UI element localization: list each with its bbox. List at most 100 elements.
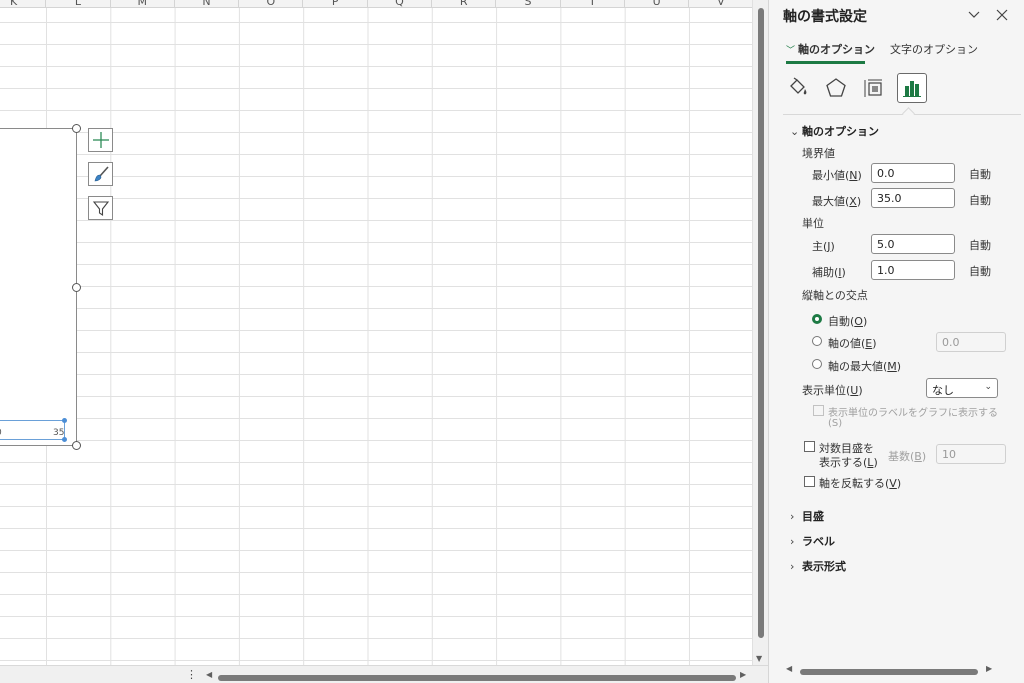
pane-scroll-thumb[interactable] bbox=[800, 669, 978, 675]
section-tick-marks[interactable]: › 目盛 bbox=[790, 508, 824, 524]
cross-max-radio[interactable] bbox=[812, 359, 822, 369]
min-value-input[interactable]: 0.0 bbox=[871, 163, 955, 183]
log-base-input[interactable]: 10 bbox=[936, 444, 1006, 464]
active-tab-indicator bbox=[786, 61, 865, 64]
chevron-down-icon: ⌄ bbox=[790, 125, 800, 138]
vertical-scrollbar[interactable]: ▼ bbox=[752, 0, 768, 665]
section-axis-options[interactable]: ⌄ 軸のオプション bbox=[790, 123, 879, 139]
display-units-label: 表示単位(U) bbox=[802, 384, 863, 397]
chart-filters-button[interactable] bbox=[88, 196, 113, 220]
cross-max-label[interactable]: 軸の最大値(M) bbox=[828, 358, 901, 374]
pentagon-icon bbox=[826, 78, 846, 97]
tab-pointer bbox=[902, 107, 915, 120]
chart-elements-button[interactable] bbox=[88, 128, 113, 152]
log-scale-label-line2[interactable]: 表示する(L) bbox=[819, 454, 878, 470]
column-header[interactable]: R bbox=[432, 0, 497, 7]
axis-options-button[interactable] bbox=[897, 73, 927, 103]
cell-grid[interactable] bbox=[0, 8, 752, 665]
tab-text-options[interactable]: 文字のオプション bbox=[890, 41, 978, 57]
reverse-axis-label[interactable]: 軸を反転する(V) bbox=[819, 475, 901, 491]
column-header[interactable]: L bbox=[46, 0, 111, 7]
tab-splitter-icon[interactable]: ⋮ bbox=[186, 668, 197, 681]
min-label: 最小値(N) bbox=[812, 169, 862, 182]
max-label: 最大値(X) bbox=[812, 195, 862, 208]
resize-handle-top-right[interactable] bbox=[72, 124, 81, 133]
bar-chart-icon bbox=[903, 81, 921, 97]
scroll-right-arrow-icon[interactable]: ▶ bbox=[986, 664, 992, 673]
vertical-scroll-thumb[interactable] bbox=[758, 8, 764, 638]
section-number-format-label: 表示形式 bbox=[802, 560, 846, 573]
column-header[interactable]: T bbox=[561, 0, 625, 7]
column-header[interactable]: N bbox=[175, 0, 240, 7]
cross-auto-label[interactable]: 自動(O) bbox=[828, 313, 867, 329]
min-auto-label[interactable]: 自動 bbox=[969, 166, 991, 182]
resize-handle-right[interactable] bbox=[72, 283, 81, 292]
sheet-bottom-bar: ⋮ ◀ ▶ bbox=[0, 665, 768, 683]
section-axis-options-label: 軸のオプション bbox=[802, 125, 879, 138]
effects-button[interactable] bbox=[821, 73, 851, 103]
column-header-row: KLMNOPQRSTUV bbox=[0, 0, 752, 8]
brush-icon bbox=[94, 166, 109, 182]
display-units-dropdown[interactable]: なし ⌄ bbox=[926, 378, 998, 398]
tab-axis-options[interactable]: ﹀ 軸のオプション bbox=[786, 41, 875, 57]
show-units-label-checkbox[interactable] bbox=[813, 405, 824, 416]
cross-value-label[interactable]: 軸の値(E) bbox=[828, 335, 877, 351]
section-tick-marks-label: 目盛 bbox=[802, 510, 824, 523]
column-header[interactable]: P bbox=[304, 0, 368, 7]
show-units-label-key: (S) bbox=[828, 418, 843, 429]
column-header[interactable]: O bbox=[239, 0, 304, 7]
minor-auto-label[interactable]: 自動 bbox=[969, 263, 991, 279]
column-header[interactable]: S bbox=[496, 0, 561, 7]
paint-bucket-icon bbox=[790, 77, 807, 95]
column-header[interactable]: M bbox=[111, 0, 175, 7]
section-labels[interactable]: › ラベル bbox=[790, 533, 835, 549]
axis-tick-label: 0 bbox=[0, 428, 2, 438]
column-header[interactable]: U bbox=[625, 0, 690, 7]
max-auto-label[interactable]: 自動 bbox=[969, 192, 991, 208]
scroll-right-arrow-icon[interactable]: ▶ bbox=[740, 670, 746, 679]
scroll-left-arrow-icon[interactable]: ◀ bbox=[206, 670, 212, 679]
chart-area[interactable] bbox=[0, 128, 77, 446]
column-header[interactable]: K bbox=[0, 0, 47, 7]
cross-auto-radio[interactable] bbox=[812, 314, 822, 324]
size-properties-icon bbox=[864, 79, 882, 97]
fill-line-button[interactable] bbox=[783, 73, 813, 103]
plus-icon bbox=[92, 132, 109, 148]
major-auto-label[interactable]: 自動 bbox=[969, 237, 991, 253]
chart-styles-button[interactable] bbox=[88, 162, 113, 186]
pane-title: 軸の書式設定 bbox=[783, 9, 867, 25]
format-axis-pane: 軸の書式設定 ﹀ 軸のオプション 文字のオプション ⌄ 軸のオプション 境界値 … bbox=[768, 0, 1024, 683]
column-header[interactable]: V bbox=[689, 0, 752, 7]
chevron-down-icon: ⌄ bbox=[984, 382, 992, 392]
axis-handle-top bbox=[62, 418, 67, 423]
pane-horizontal-scrollbar[interactable]: ◀ ▶ bbox=[769, 660, 1024, 683]
max-value-input[interactable]: 35.0 bbox=[871, 188, 955, 208]
close-pane-button[interactable] bbox=[991, 4, 1013, 26]
axis-tick-label: 35 bbox=[53, 428, 65, 438]
section-labels-label: ラベル bbox=[802, 535, 835, 548]
close-icon bbox=[996, 9, 1008, 21]
horizontal-scroll-thumb[interactable] bbox=[218, 675, 736, 681]
bounds-header: 境界値 bbox=[802, 147, 835, 160]
pane-options-button[interactable] bbox=[963, 4, 985, 26]
display-units-value: なし bbox=[932, 384, 954, 397]
major-unit-input[interactable]: 5.0 bbox=[871, 234, 955, 254]
reverse-axis-checkbox[interactable] bbox=[804, 476, 815, 487]
scroll-down-arrow-icon[interactable]: ▼ bbox=[756, 654, 762, 663]
chevron-down-icon: ﹀ bbox=[786, 46, 796, 56]
column-header[interactable]: Q bbox=[368, 0, 433, 7]
chevron-right-icon: › bbox=[790, 560, 795, 573]
chevron-down-icon bbox=[968, 11, 980, 18]
log-scale-checkbox[interactable] bbox=[804, 441, 815, 452]
tab-axis-options-label: 軸のオプション bbox=[798, 43, 876, 56]
minor-unit-input[interactable]: 1.0 bbox=[871, 260, 955, 280]
size-properties-button[interactable] bbox=[859, 73, 889, 103]
resize-handle-bottom-right[interactable] bbox=[72, 441, 81, 450]
major-label: 主(J) bbox=[812, 240, 835, 253]
cross-value-radio[interactable] bbox=[812, 336, 822, 346]
section-number-format[interactable]: › 表示形式 bbox=[790, 558, 846, 574]
cross-value-input[interactable]: 0.0 bbox=[936, 332, 1006, 352]
scroll-left-arrow-icon[interactable]: ◀ bbox=[786, 664, 792, 673]
worksheet[interactable]: KLMNOPQRSTUV 0 35 bbox=[0, 0, 752, 665]
log-base-label: 基数(B) bbox=[888, 450, 927, 463]
